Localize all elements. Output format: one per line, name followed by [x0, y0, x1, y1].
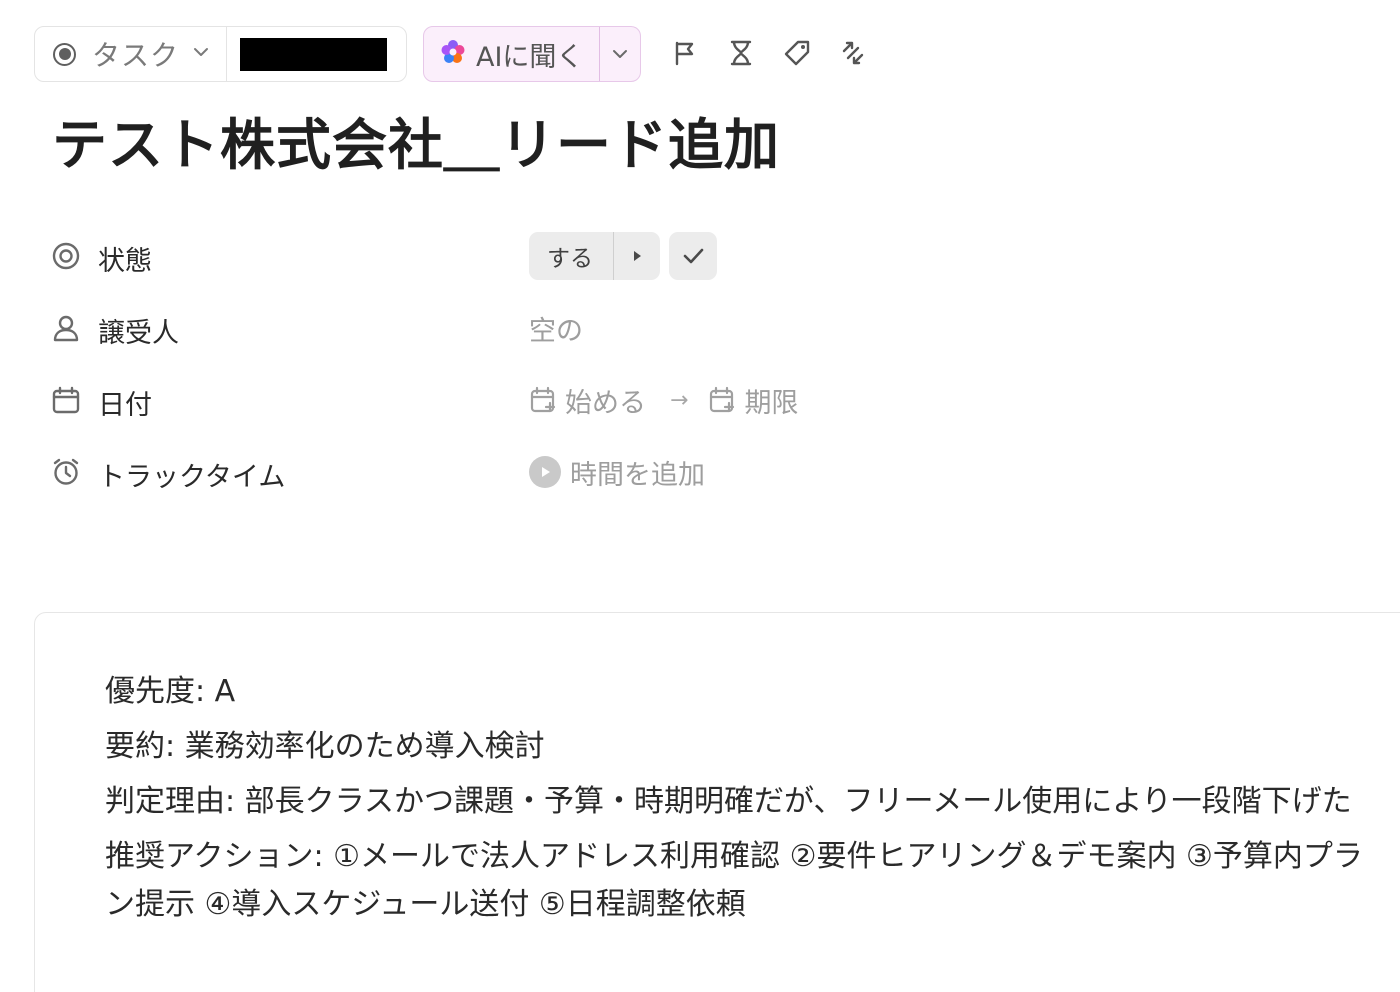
relationship-icon[interactable]: [836, 36, 870, 70]
chevron-down-icon: [191, 42, 211, 66]
person-icon: [50, 312, 82, 344]
status-target-icon: [50, 240, 82, 272]
redacted-task-id: [240, 37, 387, 71]
dates-value: 始める → 期限: [529, 375, 798, 425]
ask-ai-label: AIに聞く: [476, 41, 584, 73]
status-label: 状態: [98, 246, 152, 277]
description-line-actions: 推奨アクション: ①メールで法人アドレス利用確認 ②要件ヒアリング＆デモ案内 ③…: [105, 839, 1363, 922]
task-type-label: タスク: [92, 39, 180, 72]
dates-label: 日付: [98, 390, 152, 421]
task-id-button[interactable]: [227, 27, 406, 81]
ask-ai-group: AIに聞く: [423, 26, 641, 82]
description-line-priority: 優先度: A: [105, 674, 236, 709]
description-line-reason: 判定理由: 部長クラスかつ課題・予算・時期明確だが、フリーメール使用により一段階…: [105, 784, 1352, 819]
assignee-row: 譲受人 空の: [50, 303, 950, 353]
track-time-row: トラックタイム 時間を追加: [50, 447, 950, 497]
calendar-add-icon: [530, 386, 556, 413]
chevron-down-icon: [613, 50, 627, 58]
status-row: 状態 する: [50, 231, 950, 281]
complete-check-button[interactable]: [669, 232, 717, 280]
next-status-icon[interactable]: [614, 232, 660, 280]
task-type-icon: [53, 42, 76, 66]
track-time-value[interactable]: 時間を追加: [529, 447, 705, 497]
add-time-label[interactable]: 時間を追加: [570, 453, 705, 492]
start-date-label: 始める: [565, 387, 646, 419]
task-type-group: タスク: [34, 26, 407, 82]
assignee-empty-text[interactable]: 空の: [529, 309, 583, 348]
hourglass-icon[interactable]: [724, 36, 758, 70]
start-date-button[interactable]: 始める: [529, 381, 646, 420]
description-body[interactable]: 優先度: A 要約: 業務効率化のため導入検討 判定理由: 部長クラスかつ課題・…: [105, 668, 1375, 936]
calendar-icon: [50, 384, 82, 416]
task-title[interactable]: テスト株式会社＿リード追加: [52, 100, 780, 180]
tag-icon[interactable]: [780, 36, 814, 70]
flag-icon[interactable]: [668, 36, 702, 70]
status-pill[interactable]: する: [529, 232, 660, 280]
assignee-label: 譲受人: [98, 318, 179, 349]
arrow-right-icon: →: [670, 387, 689, 413]
ai-sparkle-icon: [439, 38, 467, 70]
due-date-button[interactable]: 期限: [708, 381, 798, 420]
ask-ai-dropdown[interactable]: [600, 27, 640, 81]
task-type-button[interactable]: タスク: [35, 27, 227, 81]
track-time-label: トラックタイム: [98, 462, 286, 493]
check-icon: [683, 248, 704, 264]
calendar-add-icon: [710, 386, 735, 413]
play-icon[interactable]: [529, 456, 561, 488]
description-editor[interactable]: 優先度: A 要約: 業務効率化のため導入検討 判定理由: 部長クラスかつ課題・…: [34, 612, 1400, 992]
due-date-label: 期限: [744, 387, 799, 419]
dates-row: 日付 始める → 期限: [50, 375, 950, 425]
status-value: する: [529, 231, 717, 281]
ask-ai-button[interactable]: AIに聞く: [424, 27, 600, 81]
description-line-summary: 要約: 業務効率化のため導入検討: [105, 729, 545, 764]
assignee-value[interactable]: 空の: [529, 303, 583, 353]
status-text[interactable]: する: [529, 232, 614, 280]
alarm-clock-icon: [50, 456, 82, 488]
